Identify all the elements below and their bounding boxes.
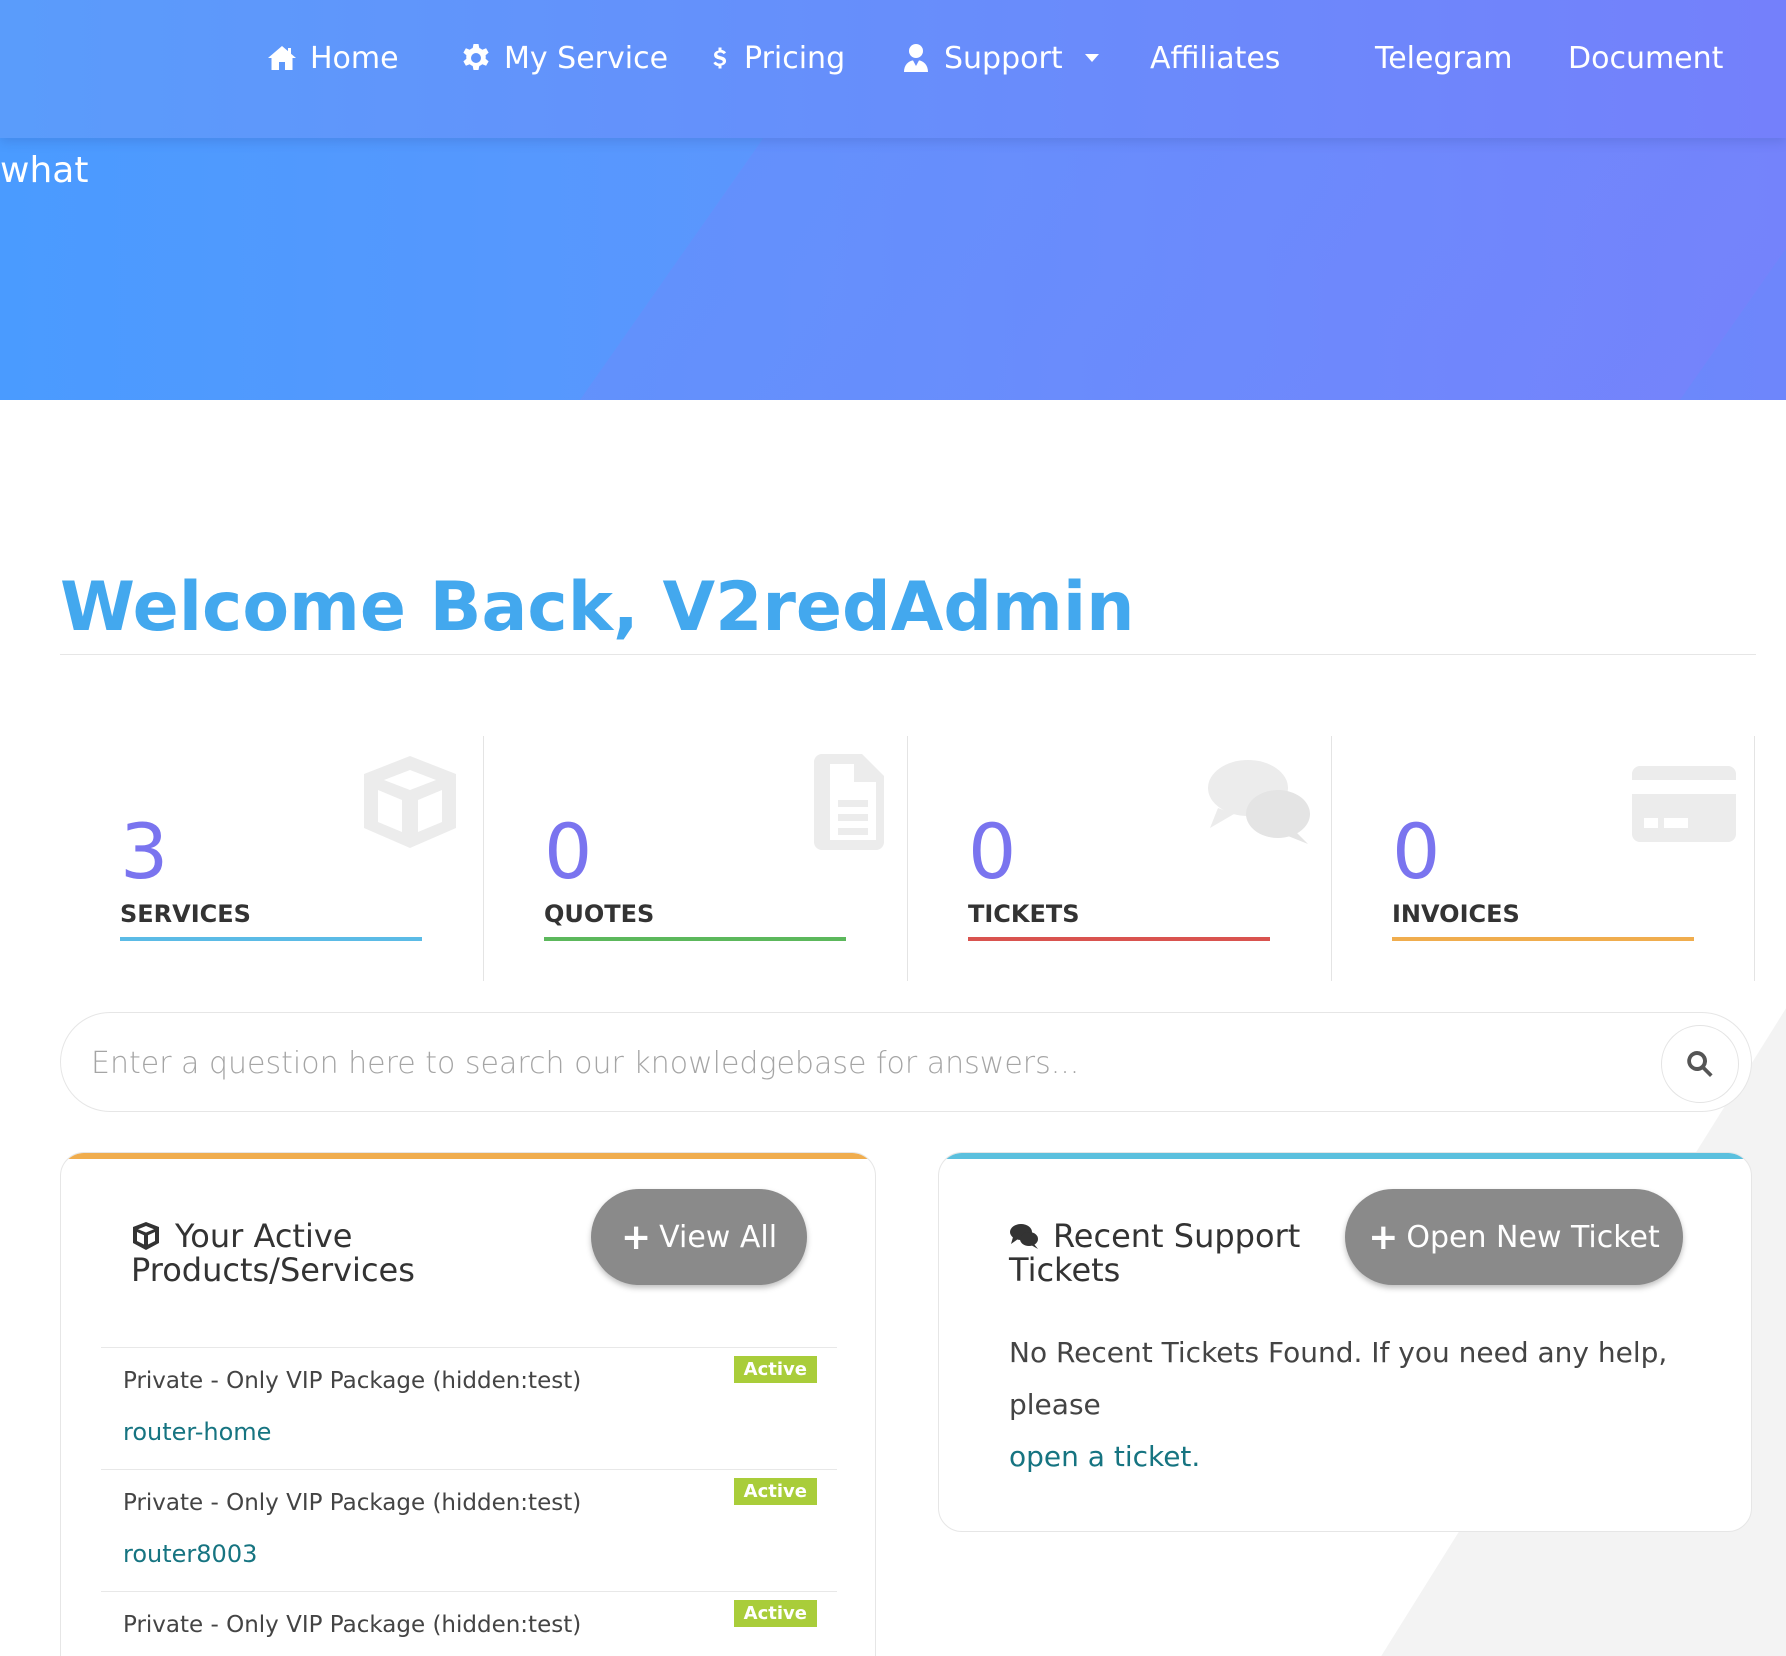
stat-tile-quotes[interactable]: 0 QUOTES	[484, 736, 908, 981]
panel-title: Your Active Products/Services	[131, 1219, 461, 1287]
comments-icon	[1010, 1224, 1038, 1249]
open-ticket-link[interactable]: open a ticket.	[1009, 1440, 1200, 1473]
stat-underline	[1392, 937, 1694, 941]
no-tickets-text: No Recent Tickets Found. If you need any…	[1009, 1336, 1668, 1421]
stat-underline	[968, 937, 1270, 941]
status-badge: Active	[733, 1478, 817, 1505]
stat-value: 0	[1392, 807, 1441, 896]
service-domain-link[interactable]: router-home	[123, 1418, 271, 1446]
gear-icon	[463, 44, 489, 70]
stat-tile-invoices[interactable]: 0 INVOICES	[1332, 736, 1756, 981]
panel-title: Recent Support Tickets	[1009, 1219, 1339, 1287]
stat-tile-services[interactable]: 3 SERVICES	[60, 736, 484, 981]
panel-title-line2: Products/Services	[131, 1251, 415, 1289]
user-tie-icon	[904, 44, 928, 72]
service-domain-link[interactable]: router8003	[123, 1540, 257, 1568]
nav-support-label: Support	[944, 40, 1063, 76]
service-name: Private - Only VIP Package (hidden:test)	[123, 1368, 582, 1394]
open-new-ticket-label: Open New Ticket	[1406, 1219, 1660, 1255]
panel-accent-bar	[939, 1153, 1751, 1159]
stat-value: 0	[544, 807, 593, 896]
panel-title-line2: Tickets	[1009, 1251, 1121, 1289]
view-all-button[interactable]: + View All	[591, 1189, 807, 1285]
plus-icon: +	[1368, 1216, 1399, 1258]
stat-label: TICKETS	[968, 900, 1080, 928]
chevron-down-icon	[1084, 54, 1099, 62]
cube-icon	[364, 756, 456, 848]
nav-home[interactable]: Home	[266, 34, 399, 82]
nav-document-label: Document	[1568, 40, 1724, 76]
nav-pricing-label: Pricing	[744, 40, 846, 76]
comments-icon	[1208, 760, 1310, 844]
service-row[interactable]: Private - Only VIP Package (hidden:test)…	[101, 1347, 837, 1469]
service-name: Private - Only VIP Package (hidden:test)	[123, 1612, 582, 1638]
top-nav: Home My Service Pricing Support Affiliat…	[0, 0, 1786, 138]
open-new-ticket-button[interactable]: + Open New Ticket	[1345, 1189, 1683, 1285]
stat-tile-tickets[interactable]: 0 TICKETS	[908, 736, 1332, 981]
nav-home-label: Home	[310, 40, 399, 76]
dollar-icon	[713, 47, 727, 69]
stat-underline	[120, 937, 422, 941]
no-tickets-message: No Recent Tickets Found. If you need any…	[1009, 1327, 1709, 1483]
divider	[1754, 736, 1755, 981]
page-title: Welcome Back, V2redAdmin	[60, 568, 1135, 647]
cube-icon	[133, 1222, 159, 1250]
nav-my-service[interactable]: My Service	[460, 34, 668, 82]
service-name: Private - Only VIP Package (hidden:test)	[123, 1490, 582, 1516]
nav-document[interactable]: Document	[1568, 34, 1723, 82]
panel-title-line1: Recent Support	[1053, 1217, 1301, 1255]
service-row[interactable]: Private - Only VIP Package (hidden:test)…	[101, 1591, 837, 1656]
credit-card-icon	[1632, 766, 1736, 842]
nav-affiliates[interactable]: Affiliates	[1150, 34, 1280, 82]
nav-pricing[interactable]: Pricing	[708, 34, 845, 82]
nav-support[interactable]: Support	[900, 34, 1101, 82]
nav-telegram-label: Telegram	[1375, 40, 1513, 76]
plus-icon: +	[620, 1216, 652, 1258]
status-badge: Active	[733, 1600, 817, 1627]
recent-tickets-panel: Recent Support Tickets + Open New Ticket …	[938, 1152, 1752, 1532]
panel-accent-bar	[61, 1153, 875, 1159]
nav-telegram[interactable]: Telegram	[1375, 34, 1512, 82]
hero-text: what	[0, 150, 89, 191]
kb-search-button[interactable]	[1661, 1025, 1739, 1103]
document-icon	[814, 754, 884, 850]
home-icon	[268, 46, 296, 70]
service-row[interactable]: Private - Only VIP Package (hidden:test)…	[101, 1469, 837, 1591]
active-services-panel: Your Active Products/Services + View All …	[60, 1152, 876, 1656]
panel-title-line1: Your Active	[175, 1217, 353, 1255]
stat-label: QUOTES	[544, 900, 655, 928]
view-all-label: View All	[659, 1219, 778, 1255]
kb-search-bar	[60, 1012, 1752, 1112]
nav-affiliates-label: Affiliates	[1150, 40, 1281, 76]
stat-value: 3	[120, 807, 169, 896]
stat-label: INVOICES	[1392, 900, 1520, 928]
title-divider	[60, 654, 1756, 655]
stat-underline	[544, 937, 846, 941]
kb-search-input[interactable]	[91, 1035, 1591, 1091]
stat-value: 0	[968, 807, 1017, 896]
nav-my-service-label: My Service	[504, 40, 669, 76]
search-icon	[1687, 1051, 1713, 1077]
status-badge: Active	[733, 1356, 817, 1383]
stat-label: SERVICES	[120, 900, 251, 928]
